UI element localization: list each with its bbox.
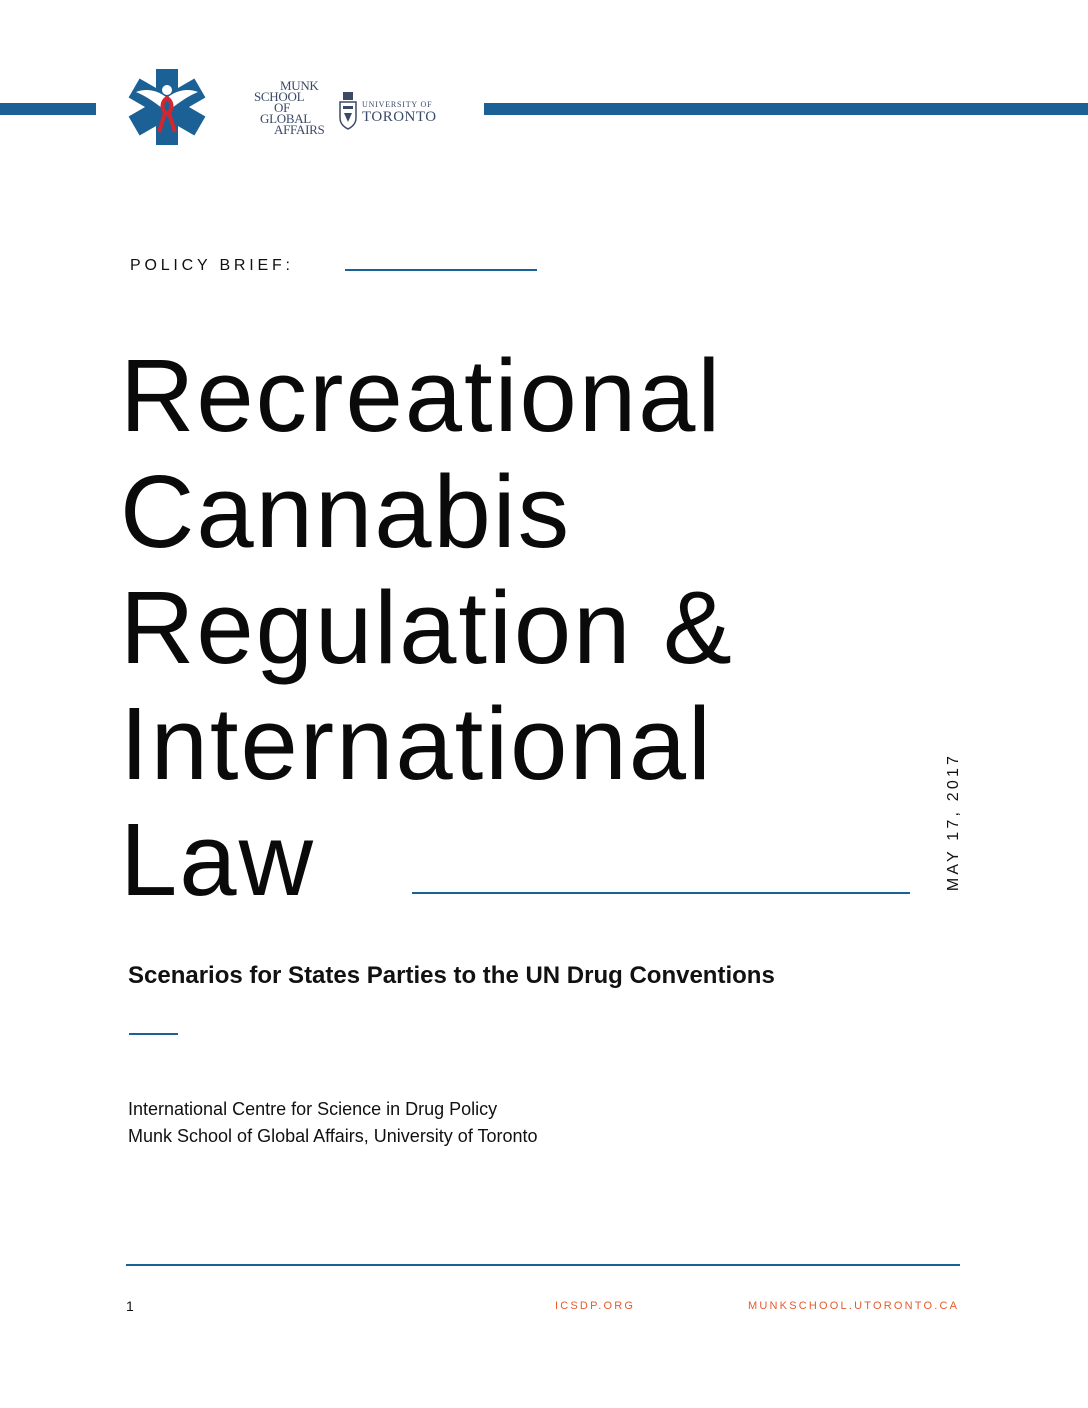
munk-school-logo: MUNK SCHOOL OF GLOBAL AFFAIRS: [248, 79, 338, 140]
document-type-label: POLICY BRIEF:: [130, 257, 294, 274]
document-subtitle: Scenarios for States Parties to the UN D…: [128, 962, 775, 989]
uoft-crest-icon: [338, 92, 358, 130]
header-rule-left: [0, 103, 96, 115]
organization-line: International Centre for Science in Drug…: [128, 1099, 498, 1119]
uoft-logo-small: UNIVERSITY OF: [362, 100, 433, 109]
icsdp-logo-icon: [124, 68, 210, 146]
label-rule: [345, 269, 537, 271]
title-rule: [412, 892, 910, 894]
subtitle-rule: [129, 1033, 178, 1035]
munk-logo-line: SCHOOL: [254, 89, 305, 104]
page-number: 1: [126, 1298, 134, 1314]
munk-school-website-link[interactable]: MUNKSCHOOL.UTORONTO.CA: [748, 1300, 959, 1312]
publication-date: MAY 17, 2017: [945, 752, 962, 892]
title-line: Law: [120, 802, 315, 917]
title-line: Cannabis: [120, 454, 572, 569]
title-line: Regulation &: [120, 570, 734, 685]
footer-rule: [126, 1264, 960, 1266]
title-line: International: [120, 686, 713, 801]
document-title: Recreational Cannabis Regulation & Inter…: [120, 338, 900, 918]
uoft-logo-big: TORONTO: [362, 109, 437, 125]
organization-line: Munk School of Global Affairs, Universit…: [128, 1126, 538, 1146]
uoft-logo: UNIVERSITY OF TORONTO: [362, 100, 437, 125]
header-rule-right: [484, 103, 1088, 115]
title-line: Recreational: [120, 338, 723, 453]
icsdp-website-link[interactable]: ICSDP.ORG: [555, 1300, 635, 1312]
